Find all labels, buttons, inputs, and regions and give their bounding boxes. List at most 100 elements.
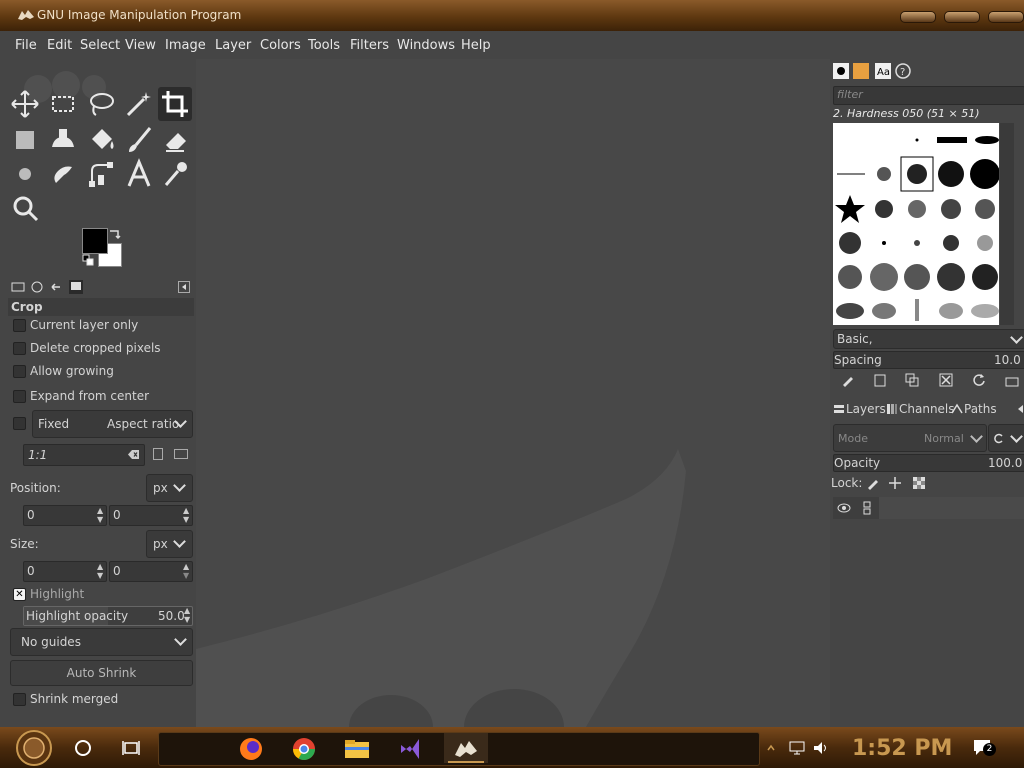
configure-tab-icon[interactable] xyxy=(1015,403,1024,415)
lock-position-icon[interactable] xyxy=(888,476,902,490)
minimize-button[interactable] xyxy=(900,11,936,23)
paintbrush-tool-icon[interactable] xyxy=(122,123,156,157)
shrink-merged-checkbox[interactable] xyxy=(13,693,26,706)
paths-tool-icon[interactable] xyxy=(84,157,118,191)
brushes-tab-icon[interactable] xyxy=(833,63,849,79)
tab-paths[interactable]: Paths xyxy=(964,402,997,416)
position-x-input[interactable]: 0 ▲ ▼ xyxy=(23,505,107,526)
current-layer-only-checkbox[interactable] xyxy=(13,319,26,332)
maximize-button[interactable] xyxy=(944,11,980,23)
landscape-icon[interactable] xyxy=(174,449,188,459)
spacing-slider[interactable]: Spacing 10.0 xyxy=(833,351,1024,369)
default-colors-icon[interactable] xyxy=(82,254,94,266)
highlight-opacity-slider[interactable]: Highlight opacity 50.0 ▲ ▼ xyxy=(23,606,193,626)
spin-down-icon[interactable]: ▼ xyxy=(183,571,189,580)
chrome-icon[interactable] xyxy=(291,736,317,762)
menu-view[interactable]: View xyxy=(125,38,156,53)
lock-pixels-icon[interactable] xyxy=(866,476,880,490)
spin-up-icon[interactable]: ▲ xyxy=(184,606,190,615)
layer-mode-dropdown[interactable]: Mode Normal xyxy=(833,424,987,452)
tool-options-tab-icon[interactable] xyxy=(11,280,25,294)
spin-up-icon[interactable]: ▲ xyxy=(183,506,189,515)
menu-windows[interactable]: Windows xyxy=(397,38,455,53)
device-status-tab-icon[interactable] xyxy=(30,280,44,294)
configure-tab-icon[interactable] xyxy=(178,281,190,293)
delete-cropped-pixels-checkbox[interactable] xyxy=(13,342,26,355)
brush-grid-scrollbar[interactable] xyxy=(1000,123,1014,325)
taskbar-clock[interactable]: 1:52 PM xyxy=(852,736,952,761)
spin-down-icon[interactable]: ▼ xyxy=(183,515,189,524)
chain-link-icon[interactable] xyxy=(861,501,873,515)
task-view-icon[interactable] xyxy=(122,739,140,757)
brush-tag-input[interactable]: Basic, xyxy=(833,329,1024,349)
image-canvas[interactable] xyxy=(196,59,830,727)
guides-dropdown[interactable]: No guides xyxy=(10,628,193,656)
file-explorer-icon[interactable] xyxy=(344,738,370,760)
swap-colors-icon[interactable] xyxy=(108,228,122,240)
eraser-tool-icon[interactable] xyxy=(158,123,192,157)
firefox-icon[interactable] xyxy=(238,736,264,762)
network-icon[interactable] xyxy=(788,740,806,756)
document-history-tab-icon[interactable]: ? xyxy=(895,63,911,79)
spin-up-icon[interactable]: ▲ xyxy=(97,506,103,515)
images-tab-icon[interactable] xyxy=(68,279,84,295)
menu-file[interactable]: File xyxy=(15,38,37,53)
fonts-tab-icon[interactable]: Aa xyxy=(875,63,891,79)
spin-down-icon[interactable]: ▼ xyxy=(97,515,103,524)
patterns-tab-icon[interactable] xyxy=(853,63,869,79)
duplicate-brush-icon[interactable] xyxy=(905,373,919,387)
refresh-brushes-icon[interactable] xyxy=(972,373,986,387)
position-y-input[interactable]: 0 ▲ ▼ xyxy=(109,505,193,526)
text-tool-icon[interactable] xyxy=(122,157,156,191)
edit-brush-icon[interactable] xyxy=(841,373,855,387)
start-button-icon[interactable] xyxy=(10,729,58,767)
menu-edit[interactable]: Edit xyxy=(47,38,72,53)
fixed-checkbox[interactable] xyxy=(13,417,26,430)
visual-studio-icon[interactable] xyxy=(398,736,422,762)
layer-opacity-slider[interactable]: Opacity 100.0 xyxy=(833,454,1024,472)
highlight-checkbox[interactable]: ✕ xyxy=(13,588,26,601)
menu-tools[interactable]: Tools xyxy=(308,38,340,53)
notifications-button[interactable]: 2 xyxy=(972,738,996,758)
color-picker-tool-icon[interactable] xyxy=(158,157,192,191)
ratio-input[interactable]: 1:1 xyxy=(23,444,145,466)
bucket-fill-tool-icon[interactable] xyxy=(84,123,118,157)
size-width-input[interactable]: 0 ▲ ▼ xyxy=(23,561,107,582)
menu-select[interactable]: Select xyxy=(80,38,120,53)
size-unit-dropdown[interactable]: px xyxy=(146,530,193,558)
menu-image[interactable]: Image xyxy=(165,38,206,53)
position-unit-dropdown[interactable]: px xyxy=(146,474,193,502)
move-tool-icon[interactable] xyxy=(8,87,42,121)
zoom-tool-icon[interactable] xyxy=(8,191,42,225)
tray-chevron-icon[interactable] xyxy=(766,742,776,754)
undo-history-tab-icon[interactable] xyxy=(49,280,63,294)
spin-down-icon[interactable]: ▼ xyxy=(97,571,103,580)
menu-layer[interactable]: Layer xyxy=(215,38,251,53)
allow-growing-checkbox[interactable] xyxy=(13,365,26,378)
heal-tool-icon[interactable] xyxy=(46,157,80,191)
tab-layers[interactable]: Layers xyxy=(846,402,886,416)
open-brush-as-image-icon[interactable] xyxy=(1005,373,1019,387)
lasso-tool-icon[interactable] xyxy=(84,87,118,121)
expand-from-center-checkbox[interactable] xyxy=(13,390,26,403)
close-button[interactable] xyxy=(988,11,1024,23)
clear-input-icon[interactable] xyxy=(128,449,140,460)
menu-filters[interactable]: Filters xyxy=(350,38,389,53)
warp-tool-icon[interactable] xyxy=(8,123,42,157)
brush-filter-input[interactable]: filter xyxy=(833,86,1024,105)
size-height-input[interactable]: 0 ▲ ▼ xyxy=(109,561,193,582)
clone-tool-icon[interactable] xyxy=(46,123,80,157)
delete-brush-icon[interactable] xyxy=(939,373,953,387)
crop-tool-icon[interactable] xyxy=(158,87,192,121)
search-circle-icon[interactable] xyxy=(74,739,92,757)
fuzzy-select-tool-icon[interactable] xyxy=(122,87,156,121)
brush-grid[interactable] xyxy=(833,123,1000,325)
spin-up-icon[interactable]: ▲ xyxy=(97,562,103,571)
tab-channels[interactable]: Channels xyxy=(899,402,955,416)
menu-help[interactable]: Help xyxy=(461,38,491,53)
layer-composite-dropdown[interactable] xyxy=(988,424,1024,452)
rect-select-tool-icon[interactable] xyxy=(46,87,80,121)
volume-icon[interactable] xyxy=(812,740,830,756)
spin-down-icon[interactable]: ▼ xyxy=(184,615,190,624)
menu-colors[interactable]: Colors xyxy=(260,38,301,53)
